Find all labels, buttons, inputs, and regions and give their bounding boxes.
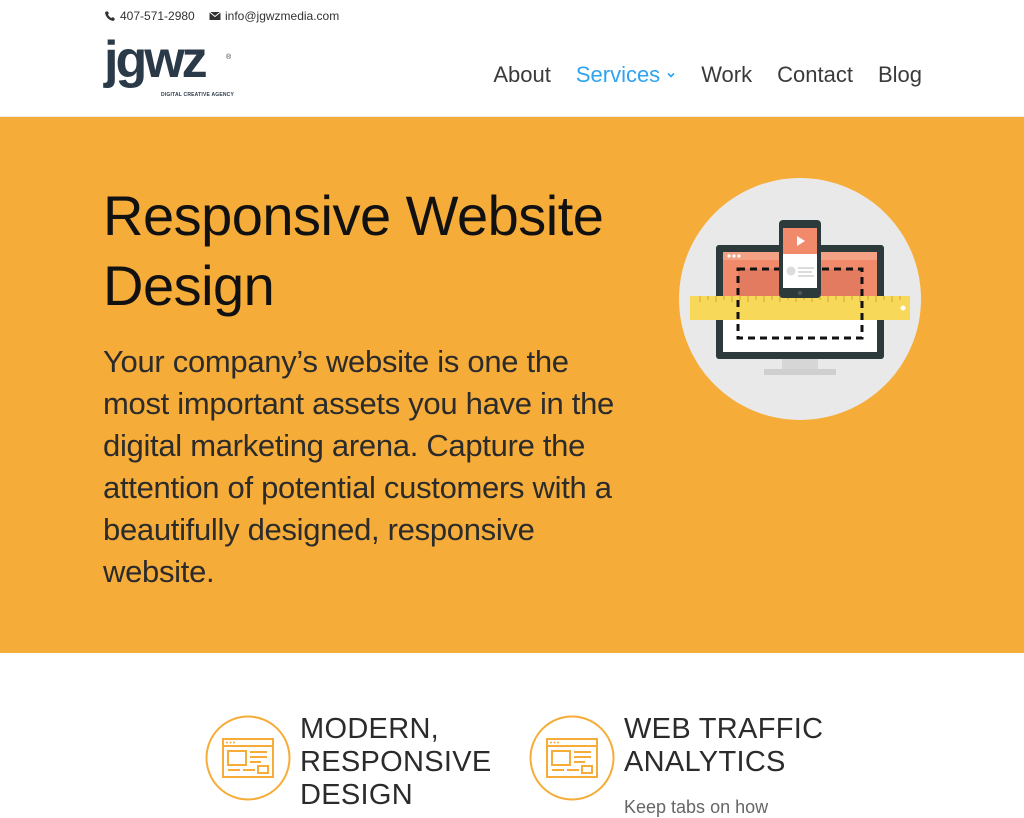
logo-tagline: DIGITAL CREATIVE AGENCY [161, 92, 235, 98]
browser-window-icon [529, 715, 615, 801]
phone-number: 407-571-2980 [120, 9, 195, 23]
nav-item-about[interactable]: About [493, 62, 551, 88]
nav-item-work[interactable]: Work [701, 62, 752, 88]
hero-section: Responsive Website Design Your company’s… [0, 117, 1024, 653]
nav-item-services[interactable]: Services [576, 62, 676, 88]
hero-title: Responsive Website Design [103, 184, 604, 317]
phone-link[interactable]: 407-571-2980 [104, 8, 195, 24]
email-address: info@jgwzmedia.com [225, 9, 340, 23]
main-nav: About Services Work Contact Blog [468, 60, 922, 90]
feature-title: WEB TRAFFIC ANALYTICS [624, 713, 824, 778]
top-bar: 407-571-2980 info@jgwzmedia.com [0, 0, 1024, 32]
site-header: jgwz ® DIGITAL CREATIVE AGENCY About Ser… [0, 32, 1024, 117]
nav-item-label: Work [701, 62, 753, 87]
browser-window-icon [205, 715, 291, 801]
phone-icon [104, 10, 116, 22]
nav-item-label: Blog [877, 62, 922, 87]
nav-item-blog[interactable]: Blog [878, 62, 922, 88]
nav-item-label: Contact [777, 62, 853, 87]
envelope-icon [209, 10, 221, 22]
feature-description: Keep tabs on how [624, 797, 769, 817]
features-section: MODERN, RESPONSIVE DESIGN WEB TRAFFIC AN… [0, 653, 1024, 817]
hero-description: Your company’s website is one the most i… [103, 344, 614, 589]
logo-registered-mark: ® [226, 54, 232, 61]
logo-wordmark: jgwz [104, 31, 208, 89]
nav-item-label: About [493, 62, 551, 87]
feature-title: MODERN, RESPONSIVE DESIGN [300, 713, 492, 811]
responsive-design-illustration [678, 177, 922, 421]
site-logo[interactable]: jgwz ® DIGITAL CREATIVE AGENCY [104, 34, 235, 102]
chevron-down-icon [666, 70, 676, 80]
email-link[interactable]: info@jgwzmedia.com [209, 8, 339, 24]
nav-item-contact[interactable]: Contact [777, 62, 853, 88]
nav-item-label: Services [575, 62, 661, 87]
